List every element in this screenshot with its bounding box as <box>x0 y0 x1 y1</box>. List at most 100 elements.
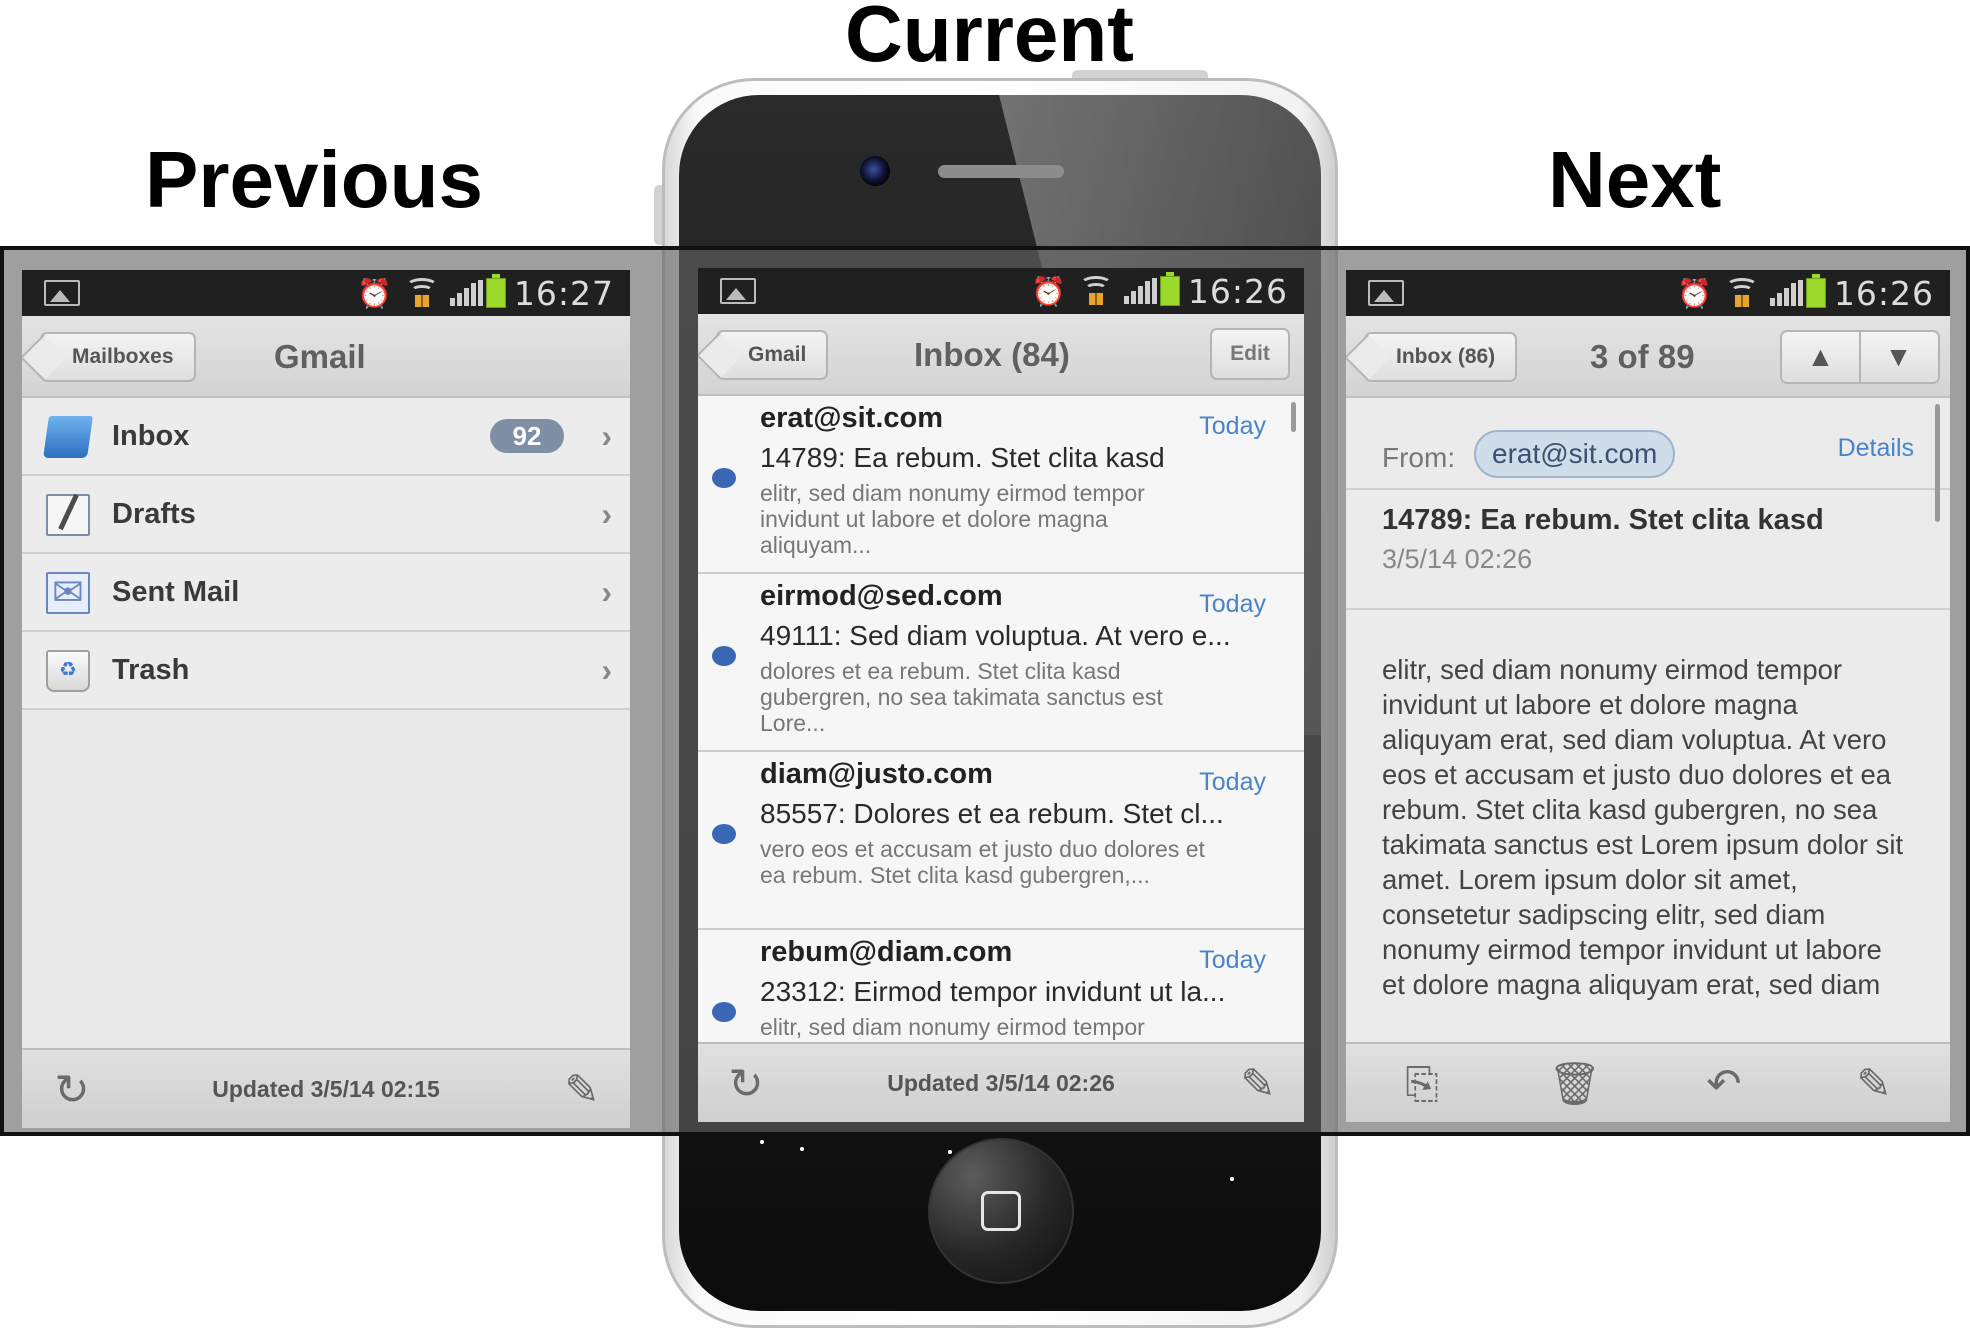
back-button-label: Mailboxes <box>72 345 174 368</box>
nav-bar: Mailboxes Gmail <box>22 316 630 398</box>
unread-dot <box>712 646 736 666</box>
previous-message-up-icon[interactable]: ▲ <box>1782 332 1861 382</box>
message-preview: dolores et ea rebum. Stet clita kasd gub… <box>760 658 1163 736</box>
home-square-icon <box>981 1191 1021 1231</box>
compose-icon[interactable]: ✎ <box>1850 1060 1898 1108</box>
divider <box>1346 608 1950 610</box>
back-button-mailboxes[interactable]: Mailboxes <box>40 332 196 382</box>
message-list: erat@sit.com Today 14789: Ea rebum. Stet… <box>698 396 1304 1042</box>
previous-heading: Previous <box>145 135 483 224</box>
bottom-toolbar: ⎘ 🗑 ↶ ✎ <box>1346 1042 1950 1122</box>
back-button-label: Gmail <box>748 343 807 366</box>
unread-dot <box>712 1002 736 1022</box>
bottom-toolbar: Updated 3/5/14 02:15 ↻ ✎ <box>22 1048 630 1128</box>
mailbox-label: Inbox <box>112 420 190 452</box>
picture-notification-icon <box>44 280 80 306</box>
mailbox-label: Sent Mail <box>112 576 240 608</box>
picture-notification-icon <box>720 278 756 304</box>
drafts-icon <box>46 494 90 536</box>
decorative-dot <box>948 1150 952 1154</box>
message-sender: erat@sit.com <box>760 402 944 434</box>
mailbox-row-trash[interactable]: Trash › <box>22 632 630 710</box>
move-icon[interactable]: ⎘ <box>1398 1060 1446 1108</box>
battery-icon <box>1160 272 1180 306</box>
status-bar: ⏰ 16:27 <box>22 270 630 316</box>
reply-icon[interactable]: ↶ <box>1700 1060 1748 1108</box>
back-button-inbox[interactable]: Inbox (86) <box>1364 332 1518 382</box>
unread-count-badge: 92 <box>490 419 564 453</box>
decorative-dot <box>760 1140 764 1144</box>
compose-icon[interactable]: ✎ <box>558 1066 606 1114</box>
updated-timestamp: Updated 3/5/14 02:26 <box>887 1070 1115 1096</box>
edit-button[interactable]: Edit <box>1210 328 1290 380</box>
refresh-icon[interactable]: ↻ <box>722 1060 770 1108</box>
message-subject: 14789: Ea rebum. Stet clita kasd <box>760 442 1165 473</box>
picture-notification-icon <box>1368 280 1404 306</box>
alarm-icon: ⏰ <box>357 278 392 309</box>
message-preview: elitr, sed diam nonumy eirmod tempor inv… <box>760 1014 1145 1042</box>
mailbox-label: Trash <box>112 654 190 686</box>
message-body: elitr, sed diam nonumy eirmod tempor inv… <box>1382 654 1904 1000</box>
message-date: Today <box>1199 768 1266 796</box>
sender-chip[interactable]: erat@sit.com <box>1474 430 1676 478</box>
home-button[interactable] <box>928 1138 1074 1284</box>
details-link[interactable]: Details <box>1838 434 1914 463</box>
bottom-toolbar: Updated 3/5/14 02:26 ↻ ✎ <box>698 1042 1304 1122</box>
previous-screen: ⏰ 16:27 Mailboxes Gmail Inbox 92 › Draft… <box>22 270 630 1128</box>
message-row[interactable]: eirmod@sed.com Today 49111: Sed diam vol… <box>698 574 1304 752</box>
next-screen: ⏰ 16:26 Inbox (86) 3 of 89 ▲ ▼ From: era… <box>1346 270 1950 1122</box>
next-message-down-icon[interactable]: ▼ <box>1859 332 1938 382</box>
message-subject: 14789: Ea rebum. Stet clita kasd <box>1382 504 1824 536</box>
compose-icon[interactable]: ✎ <box>1234 1060 1282 1108</box>
mailbox-row-inbox[interactable]: Inbox 92 › <box>22 398 630 476</box>
message-row[interactable]: erat@sit.com Today 14789: Ea rebum. Stet… <box>698 396 1304 574</box>
battery-icon <box>1806 274 1826 308</box>
current-heading: Current <box>845 0 1134 78</box>
message-date: Today <box>1199 946 1266 974</box>
nav-title: Inbox (84) <box>914 336 1070 373</box>
signal-icon <box>1770 280 1803 306</box>
mailbox-label: Drafts <box>112 498 196 530</box>
nav-title: Gmail <box>274 338 366 375</box>
chevron-right-icon: › <box>601 652 612 688</box>
chevron-right-icon: › <box>601 418 612 454</box>
mailbox-row-sent-mail[interactable]: Sent Mail › <box>22 554 630 632</box>
divider <box>1346 488 1950 490</box>
updated-timestamp: Updated 3/5/14 02:15 <box>212 1076 440 1102</box>
message-row[interactable]: rebum@diam.com Today 23312: Eirmod tempo… <box>698 930 1304 1042</box>
message-sender: diam@justo.com <box>760 758 993 790</box>
wifi-icon <box>1726 278 1758 308</box>
status-time: 16:26 <box>1833 274 1934 313</box>
status-bar: ⏰ 16:26 <box>1346 270 1950 316</box>
mailbox-row-drafts[interactable]: Drafts › <box>22 476 630 554</box>
unread-dot <box>712 824 736 844</box>
speaker-grille <box>938 165 1064 178</box>
alarm-icon: ⏰ <box>1677 278 1712 309</box>
message-date: Today <box>1199 590 1266 618</box>
alarm-icon: ⏰ <box>1031 276 1066 307</box>
nav-bar: Inbox (86) 3 of 89 ▲ ▼ <box>1346 316 1950 398</box>
wifi-icon <box>406 278 438 308</box>
back-button-gmail[interactable]: Gmail <box>716 330 829 380</box>
current-screen: ⏰ 16:26 Gmail Inbox (84) Edit erat@sit.c… <box>698 268 1304 1122</box>
message-subject: 49111: Sed diam voluptua. At vero e... <box>760 620 1231 651</box>
unread-dot <box>712 468 736 488</box>
camera-icon <box>860 156 890 186</box>
nav-bar: Gmail Inbox (84) Edit <box>698 314 1304 396</box>
chevron-right-icon: › <box>601 496 612 532</box>
message-date: Today <box>1199 412 1266 440</box>
wifi-icon <box>1080 276 1112 306</box>
message-row[interactable]: diam@justo.com Today 85557: Dolores et e… <box>698 752 1304 930</box>
scrollbar[interactable] <box>1935 404 1940 522</box>
folder-icon <box>43 416 93 458</box>
back-button-label: Inbox (86) <box>1396 345 1496 368</box>
trash-icon <box>46 650 90 692</box>
message-preview: vero eos et accusam et justo duo dolores… <box>760 836 1205 888</box>
refresh-icon[interactable]: ↻ <box>48 1066 96 1114</box>
scrollbar[interactable] <box>1291 402 1296 432</box>
message-view: From: erat@sit.com Details 14789: Ea reb… <box>1346 398 1950 1042</box>
decorative-dot <box>800 1147 804 1151</box>
from-label: From: <box>1382 442 1456 473</box>
trash-icon[interactable]: 🗑 <box>1548 1060 1601 1108</box>
chevron-right-icon: › <box>601 574 612 610</box>
